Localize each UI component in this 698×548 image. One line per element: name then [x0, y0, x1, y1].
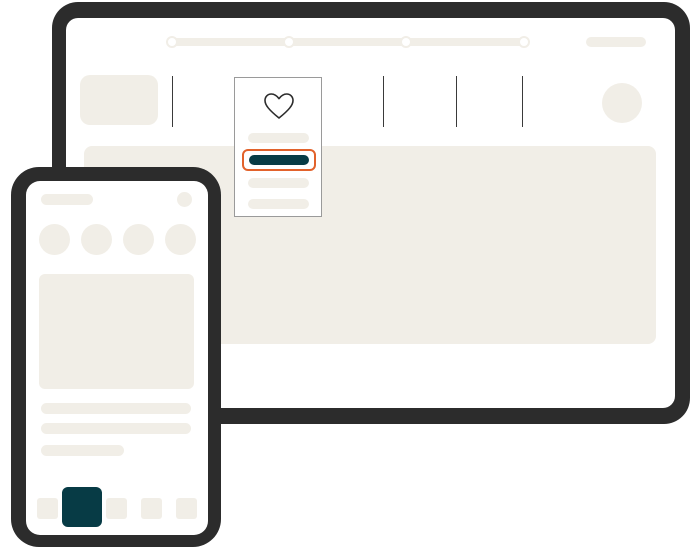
nav-divider	[522, 76, 523, 127]
nav-dropdown-menu	[234, 77, 322, 217]
logo-placeholder	[80, 75, 158, 125]
phone-image-placeholder	[39, 274, 194, 389]
header-link-placeholder[interactable]	[586, 37, 646, 47]
nav-divider	[383, 76, 384, 127]
dropdown-item-selected[interactable]	[242, 149, 316, 171]
stepper-step[interactable]	[166, 36, 178, 48]
phone-circle-item[interactable]	[39, 224, 70, 255]
phone-header-title-placeholder	[41, 194, 93, 205]
phone-tab[interactable]	[37, 498, 58, 519]
phone-text-line	[41, 403, 191, 414]
phone-text-line	[41, 445, 124, 456]
phone-circle-item[interactable]	[165, 224, 196, 255]
phone-tab[interactable]	[176, 498, 197, 519]
nav-divider	[456, 76, 457, 127]
phone-text-line	[41, 423, 191, 434]
phone-circle-item[interactable]	[123, 224, 154, 255]
phone-tab-selected[interactable]	[62, 487, 102, 527]
phone-tab[interactable]	[106, 498, 127, 519]
phone-circle-item[interactable]	[81, 224, 112, 255]
stepper-step[interactable]	[283, 36, 295, 48]
stepper-track	[170, 38, 526, 46]
phone-screen	[26, 181, 208, 535]
phone-menu-dot[interactable]	[177, 192, 192, 207]
phone-tab[interactable]	[141, 498, 162, 519]
stepper-step[interactable]	[400, 36, 412, 48]
stepper-step[interactable]	[518, 36, 530, 48]
avatar[interactable]	[602, 83, 642, 123]
dropdown-item[interactable]	[248, 133, 309, 143]
dropdown-item-selected-bar	[249, 155, 309, 165]
dropdown-item[interactable]	[248, 199, 309, 209]
heart-icon[interactable]	[263, 92, 295, 120]
nav-divider	[172, 76, 173, 127]
dropdown-item[interactable]	[248, 178, 309, 188]
